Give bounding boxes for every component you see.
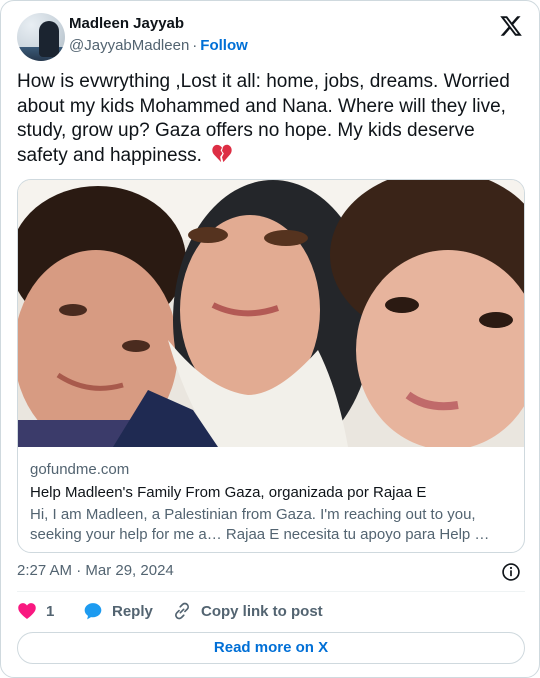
separator-dot: · [192,37,198,54]
link-preview-image[interactable] [18,180,524,447]
avatar-figure [39,21,59,57]
heart-icon [18,603,36,619]
display-name[interactable]: Madleen Jayyab [69,15,184,32]
follow-button[interactable]: Follow [200,37,248,54]
reply-label: Reply [112,602,153,620]
embedded-tweet-card: Madleen Jayyab @JayyabMadleen · Follow How… [0,0,540,678]
link-title[interactable]: Help Madleen's Family From Gaza, organiz… [30,483,516,503]
post-timestamp[interactable]: 2:27 AM · Mar 29, 2024 [17,562,174,579]
info-icon[interactable] [501,562,521,582]
tweet-text: How is evwrything ,Lost it all: home, jo… [17,71,510,166]
link-icon [175,602,189,620]
broken-heart-icon [212,144,232,162]
handle-row: @JayyabMadleen · Follow [69,37,248,54]
tweet-text-block: How is evwrything ,Lost it all: home, jo… [17,70,527,168]
link-domain: gofundme.com [30,461,130,478]
divider [17,591,525,592]
reply-button[interactable]: Reply [83,599,153,623]
copy-link-label: Copy link to post [201,602,323,620]
like-button[interactable]: 1 [17,599,54,623]
reply-bubble-icon [84,603,102,620]
family-photo [18,180,524,447]
avatar[interactable] [17,13,65,61]
link-description: Hi, I am Madleen, a Palestinian from Gaz… [30,506,490,543]
link-preview-card[interactable]: gofundme.com Help Madleen's Family From … [17,179,525,553]
user-handle[interactable]: @JayyabMadleen [69,37,189,54]
x-logo-icon[interactable] [499,14,523,38]
read-more-button[interactable]: Read more on X [17,632,525,664]
copy-link-button[interactable]: Copy link to post [172,599,323,623]
like-count: 1 [46,602,55,620]
link-meta: gofundme.com Help Madleen's Family From … [30,460,516,545]
